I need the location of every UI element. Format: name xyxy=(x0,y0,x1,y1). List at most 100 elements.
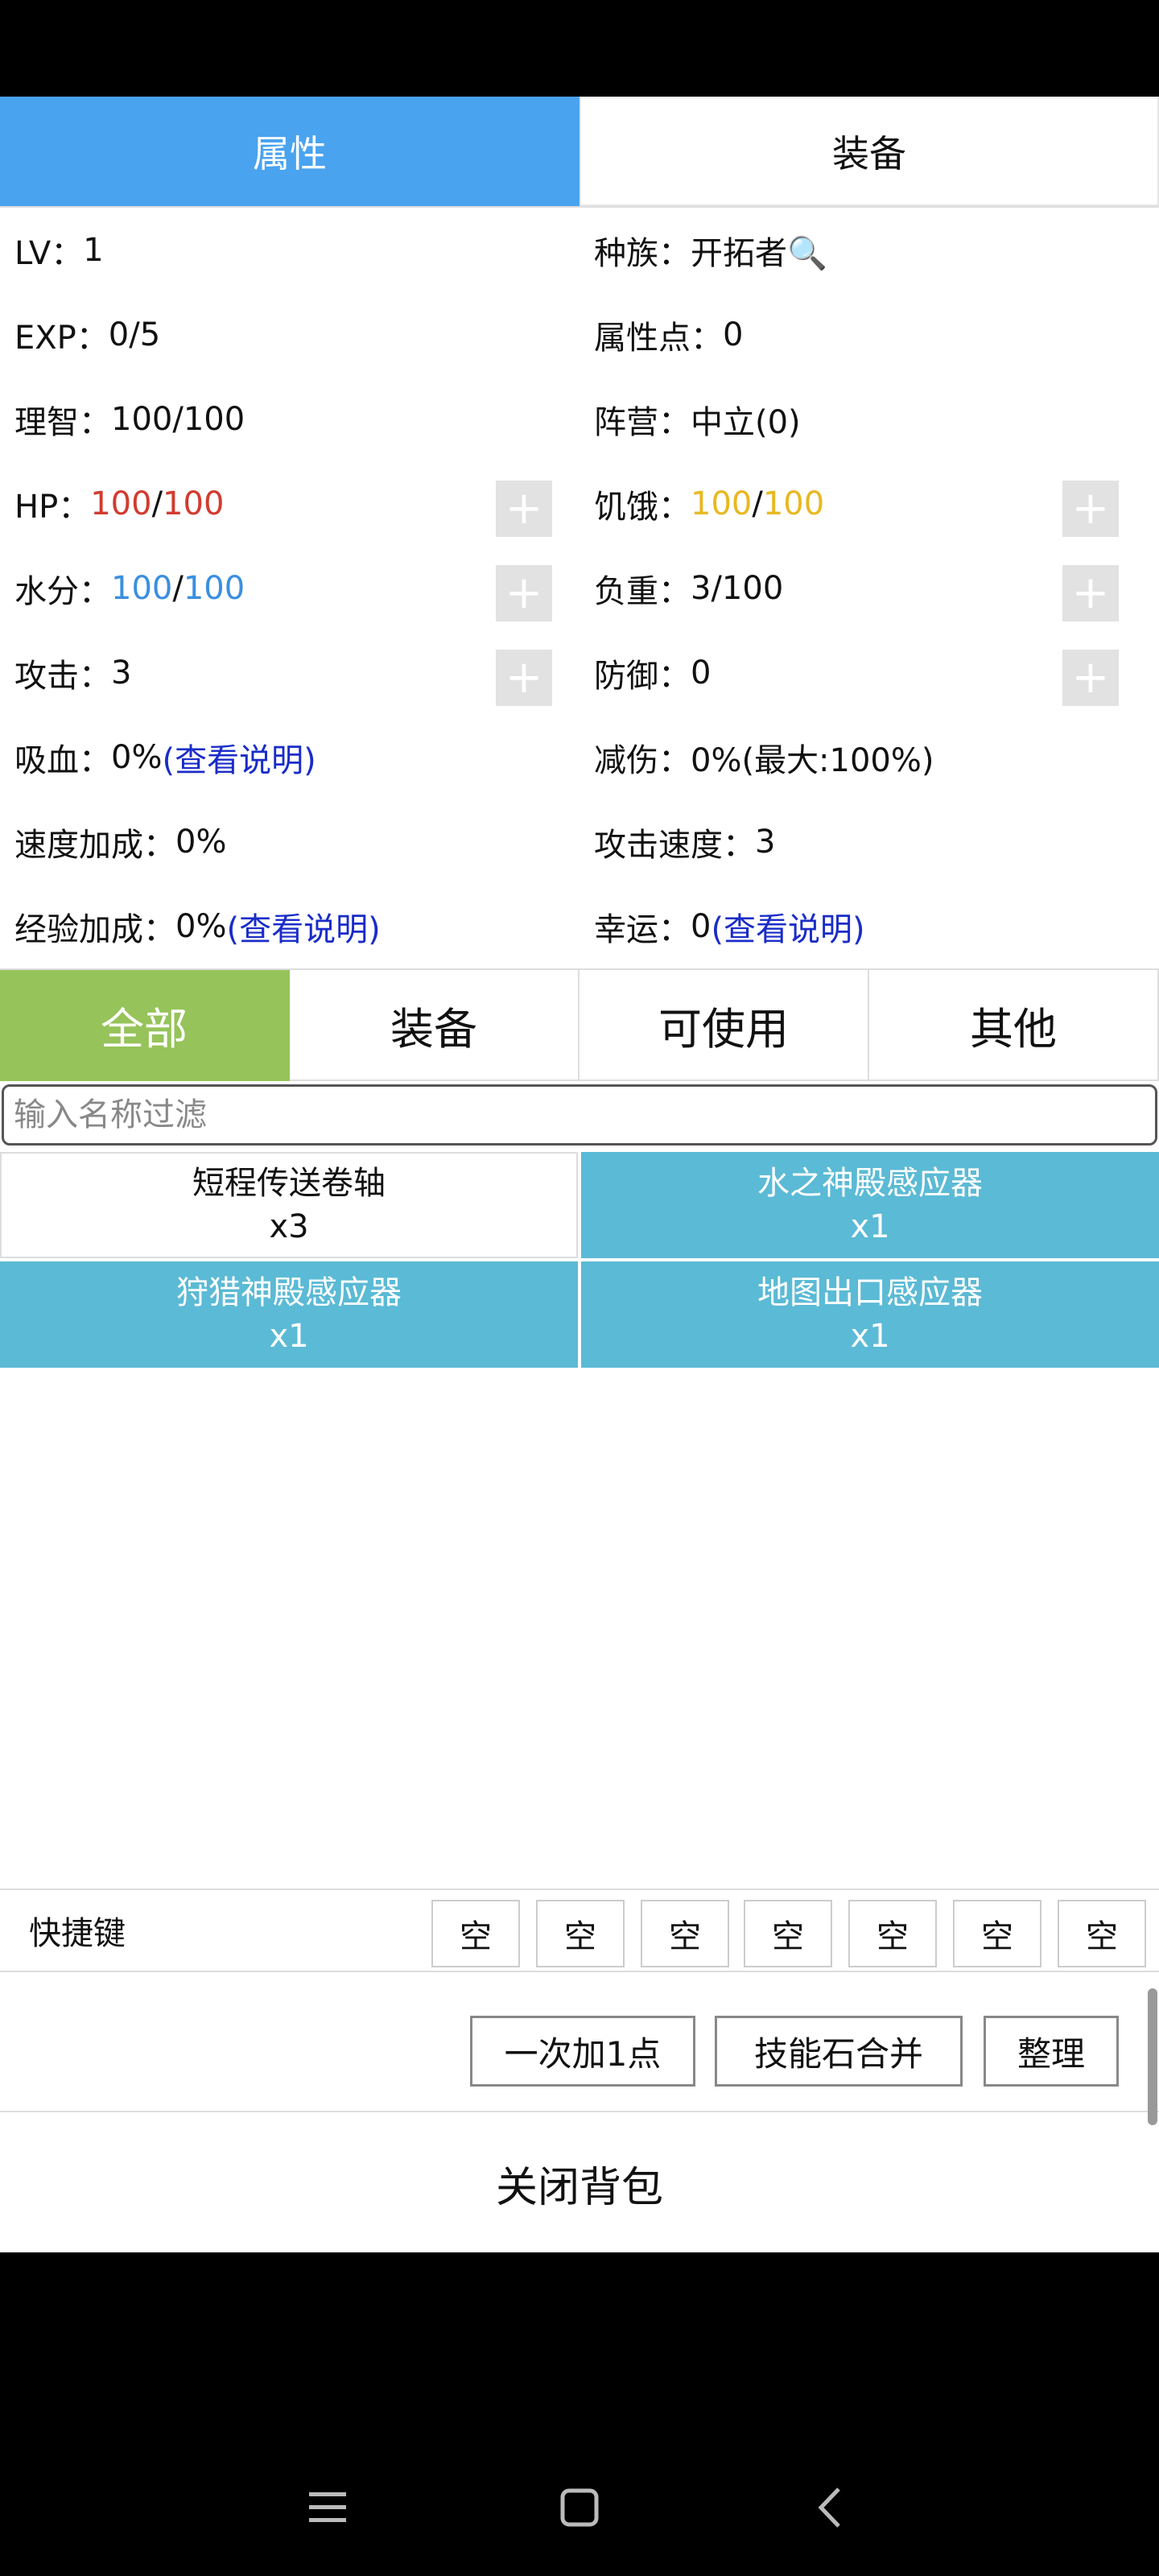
stat-label: 阵营： xyxy=(594,403,691,441)
stat-hunger: 饥饿： 100/100 + xyxy=(580,461,1159,546)
category-tabs: 全部 装备 可使用 其他 xyxy=(0,968,1159,1081)
stats-grid: LV： 1 种族： 开拓者🔍 EXP： 0/5 属性点： 0 理智： 100/100 阵营… xyxy=(0,208,1159,968)
shortcut-bar: 快捷键 空 空 空 空 空 空 空 xyxy=(0,1889,1159,1972)
stat-value: 1 xyxy=(83,231,104,269)
stat-value: 3 xyxy=(755,823,776,861)
slash: / xyxy=(151,485,163,522)
stat-exp: EXP： 0/5 xyxy=(0,292,580,377)
add-hp-button[interactable]: + xyxy=(496,481,552,537)
shortcut-slot-6[interactable]: 空 xyxy=(953,1900,1041,1967)
category-tab-equipment[interactable]: 装备 xyxy=(290,970,580,1081)
stat-value: 100/100 xyxy=(111,400,245,438)
add-hunger-button[interactable]: + xyxy=(1062,481,1119,537)
stat-exp-bonus: 经验加成： 0% (查看说明) xyxy=(0,884,580,968)
stat-value: 0 xyxy=(691,907,711,945)
stat-attribute-points: 属性点： 0 xyxy=(580,292,1159,377)
stat-value: 0/5 xyxy=(108,316,161,353)
stat-attack-speed: 攻击速度： 3 xyxy=(580,799,1159,884)
stat-label: 攻击速度： xyxy=(594,826,755,864)
stat-value: 0% xyxy=(111,738,163,776)
scrollbar[interactable] xyxy=(1148,1988,1157,2125)
stat-label: LV： xyxy=(14,234,84,272)
shortcut-slot-5[interactable]: 空 xyxy=(848,1900,937,1967)
stat-value: 0 xyxy=(723,316,744,353)
stat-label: 水分： xyxy=(14,572,111,610)
stat-label: 属性点： xyxy=(594,319,723,357)
name-filter-input[interactable] xyxy=(2,1084,1157,1146)
slash: / xyxy=(752,485,763,522)
inventory-screen: 属性 装备 LV： 1 种族： 开拓者🔍 EXP： 0/5 属性点： 0 理智： 100/… xyxy=(0,97,1159,2252)
hp-max: 100 xyxy=(163,485,225,522)
home-icon[interactable] xyxy=(551,2479,608,2536)
add-load-button[interactable]: + xyxy=(1062,565,1119,621)
stat-label: 防御： xyxy=(594,657,691,695)
close-bag-button[interactable]: 关闭背包 xyxy=(0,2114,1159,2252)
menu-icon[interactable] xyxy=(299,2479,356,2536)
stat-label: 减伤： xyxy=(594,741,691,779)
inventory-item[interactable]: 短程传送卷轴 x3 xyxy=(0,1152,578,1258)
category-tab-usable[interactable]: 可使用 xyxy=(580,970,869,1081)
sort-button[interactable]: 整理 xyxy=(984,2016,1119,2087)
action-row: 一次加1点 技能石合并 整理 xyxy=(0,1980,1159,2125)
shortcut-slot-4[interactable]: 空 xyxy=(744,1900,832,1967)
add-attack-button[interactable]: + xyxy=(496,650,552,706)
shortcut-slot-7[interactable]: 空 xyxy=(1058,1900,1146,1967)
stat-water: 水分： 100/100 + xyxy=(0,546,580,630)
back-icon[interactable] xyxy=(803,2479,860,2536)
shortcut-slot-1[interactable]: 空 xyxy=(431,1900,520,1967)
add-water-button[interactable]: + xyxy=(496,565,552,621)
stat-value: 中立(0) xyxy=(691,403,801,441)
stat-label: 速度加成： xyxy=(14,826,175,864)
stat-label: 攻击： xyxy=(14,657,111,695)
stat-value: 3/100 xyxy=(691,569,784,607)
stat-speed-bonus: 速度加成： 0% xyxy=(0,799,580,884)
hp-current: 100 xyxy=(90,485,152,522)
luck-description-link[interactable]: (查看说明) xyxy=(711,903,864,950)
water-current: 100 xyxy=(111,569,173,607)
inventory-item[interactable]: 狩猎神殿感应器 x1 xyxy=(0,1261,578,1368)
item-name: 水之神殿感应器 xyxy=(757,1165,983,1202)
category-tab-other[interactable]: 其他 xyxy=(869,970,1159,1081)
item-count: x1 xyxy=(850,1318,890,1355)
shortcut-slot-2[interactable]: 空 xyxy=(536,1900,625,1967)
stat-label: 经验加成： xyxy=(14,910,175,948)
add-one-point-button[interactable]: 一次加1点 xyxy=(470,2016,695,2087)
stat-race: 种族： 开拓者🔍 xyxy=(580,208,1159,292)
hunger-max: 100 xyxy=(762,485,825,522)
add-defense-button[interactable]: + xyxy=(1062,650,1119,706)
item-name: 地图出口感应器 xyxy=(757,1274,983,1311)
item-count: x1 xyxy=(850,1208,890,1245)
shortcut-slot-3[interactable]: 空 xyxy=(641,1900,729,1967)
tab-equipment[interactable]: 装备 xyxy=(580,97,1159,206)
item-count: x1 xyxy=(269,1318,309,1355)
shortcut-label: 快捷键 xyxy=(29,1915,126,1952)
category-tab-all[interactable]: 全部 xyxy=(0,970,290,1081)
merge-skill-stones-button[interactable]: 技能石合并 xyxy=(715,2016,963,2087)
lifesteal-description-link[interactable]: (查看说明) xyxy=(162,734,316,781)
stat-label: 理智： xyxy=(14,403,111,441)
stat-label: 饥饿： xyxy=(594,488,691,526)
inventory-item[interactable]: 地图出口感应器 x1 xyxy=(581,1261,1159,1368)
stat-camp: 阵营： 中立(0) xyxy=(580,377,1159,461)
top-tabs: 属性 装备 xyxy=(0,97,1159,208)
inventory-item[interactable]: 水之神殿感应器 x1 xyxy=(581,1152,1159,1258)
stat-sanity: 理智： 100/100 xyxy=(0,377,580,461)
stat-value: 0% xyxy=(175,823,227,861)
stat-attack: 攻击： 3 + xyxy=(0,630,580,715)
item-name: 短程传送卷轴 xyxy=(192,1165,386,1202)
stat-value: 0% xyxy=(175,907,227,945)
stat-label: 幸运： xyxy=(594,910,691,948)
stat-lifesteal: 吸血： 0% (查看说明) xyxy=(0,715,580,799)
stat-label: HP： xyxy=(14,488,91,526)
slash: / xyxy=(172,569,184,607)
race-value[interactable]: 开拓者🔍 xyxy=(691,227,827,274)
exp-bonus-description-link[interactable]: (查看说明) xyxy=(226,903,380,950)
stat-lv: LV： 1 xyxy=(0,208,580,292)
stat-label: 负重： xyxy=(594,572,691,610)
item-name: 狩猎神殿感应器 xyxy=(176,1274,402,1311)
stat-load: 负重： 3/100 + xyxy=(580,546,1159,630)
stat-value: 3 xyxy=(111,654,132,691)
stat-label: EXP： xyxy=(14,319,109,357)
stat-label: 吸血： xyxy=(14,741,111,779)
tab-attributes[interactable]: 属性 xyxy=(0,97,580,206)
